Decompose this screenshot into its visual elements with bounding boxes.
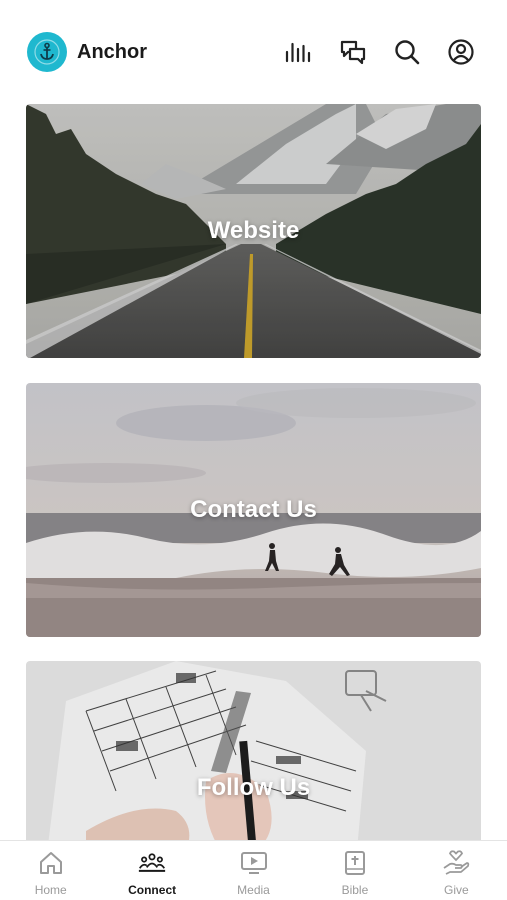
contact-us-card-label: Contact Us xyxy=(190,496,317,523)
nav-connect-label: Connect xyxy=(128,883,177,897)
nav-home-label: Home xyxy=(34,883,67,897)
app-title: Anchor xyxy=(77,41,147,63)
website-card-label: Website xyxy=(207,217,300,244)
connect-screen: Anchor Website Contact Us Follow Us Home… xyxy=(0,0,507,900)
app-header: Anchor xyxy=(0,0,507,100)
audio-bars-button[interactable] xyxy=(284,38,312,66)
nav-home[interactable]: Home xyxy=(0,841,101,900)
account-icon xyxy=(448,39,474,65)
nav-media-label: Media xyxy=(237,883,270,897)
nav-give-label: Give xyxy=(443,883,469,897)
home-icon xyxy=(39,852,62,874)
nav-give[interactable]: Give xyxy=(406,841,507,900)
account-button[interactable] xyxy=(447,38,475,66)
search-icon xyxy=(395,40,420,65)
chat-icon xyxy=(340,40,366,65)
search-button[interactable] xyxy=(393,38,421,66)
hand-heart-icon xyxy=(443,850,470,875)
bible-icon xyxy=(344,851,365,875)
audio-bars-icon xyxy=(285,42,311,63)
app-logo[interactable] xyxy=(27,32,67,72)
people-icon xyxy=(138,853,166,872)
nav-bible[interactable]: Bible xyxy=(304,841,405,900)
anchor-icon xyxy=(34,39,60,65)
website-card[interactable]: Website xyxy=(26,104,481,358)
chat-button[interactable] xyxy=(339,38,367,66)
nav-bible-label: Bible xyxy=(341,883,369,897)
bottom-nav: Home Connect Media Bible Give xyxy=(0,840,507,900)
nav-media[interactable]: Media xyxy=(203,841,304,900)
nav-connect[interactable]: Connect xyxy=(101,841,202,900)
play-screen-icon xyxy=(240,852,267,874)
contact-us-card[interactable]: Contact Us xyxy=(26,383,481,637)
follow-us-card-label: Follow Us xyxy=(196,774,311,801)
